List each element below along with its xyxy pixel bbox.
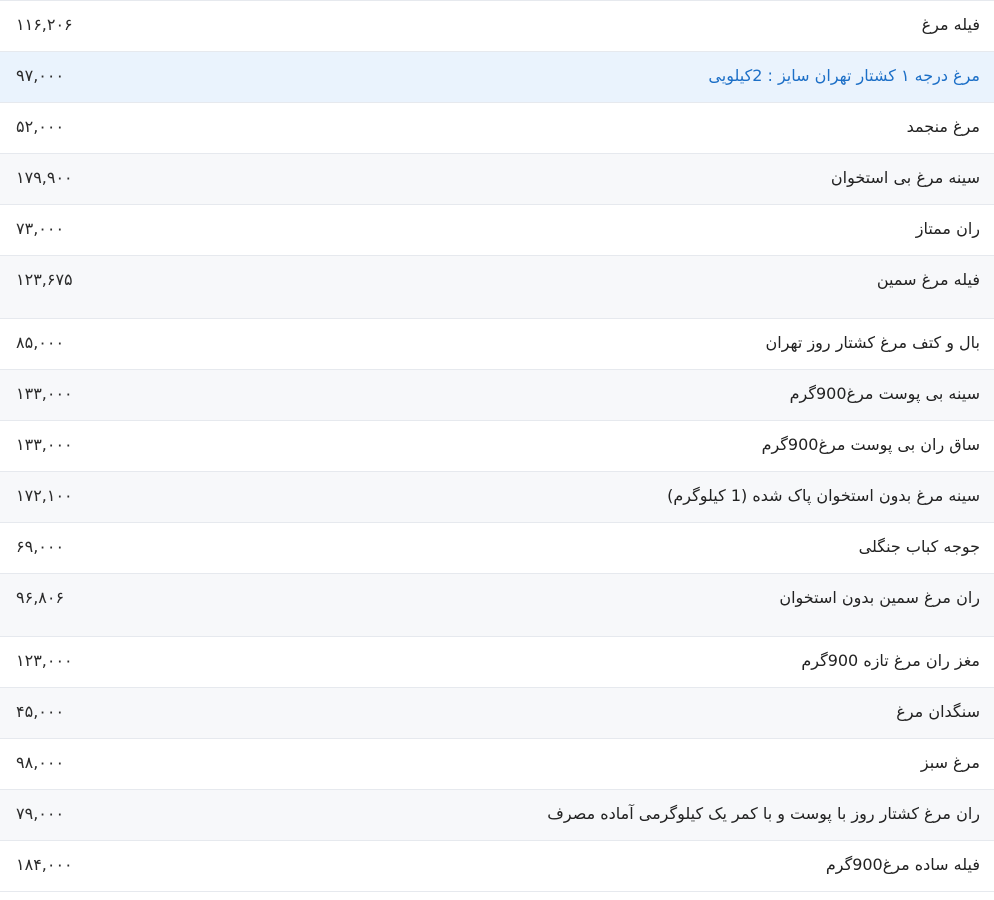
product-name: مرغ منجمد [906, 117, 980, 136]
product-name: ران مرغ سمین بدون استخوان [779, 588, 980, 607]
product-name: بال و کتف مرغ کشتار روز تهران [765, 333, 981, 352]
product-name: فیله مرغ سمین [876, 270, 980, 289]
price-cell: ۴۵,۰۰۰ [16, 702, 65, 721]
price-cell: ۱۳۳,۰۰۰ [16, 435, 73, 454]
product-name: ساق ران بی پوست مرغ900گرم [761, 435, 980, 454]
table-row: ۴۵,۰۰۰ سنگدان مرغ [0, 688, 994, 739]
price-cell: ۱۲۳,۰۰۰ [16, 651, 73, 670]
table-row: ۱۷۹,۹۰۰ سینه مرغ بی استخوان [0, 154, 994, 205]
table-row: ۵۲,۰۰۰ مرغ منجمد [0, 103, 994, 154]
price-cell: ۹۷,۰۰۰ [16, 66, 65, 85]
table-row: ۱۳۳,۰۰۰ سینه بی پوست مرغ900گرم [0, 370, 994, 421]
product-name: ران ممتاز [915, 219, 980, 238]
price-cell: ۶۹,۰۰۰ [16, 537, 65, 556]
table-row: ۱۲۳,۰۰۰ مغز ران مرغ تازه 900گرم [0, 637, 994, 688]
price-cell: ۵۲,۰۰۰ [16, 117, 65, 136]
price-cell: ۱۲۳,۶۷۵ [16, 270, 73, 289]
product-name: جوجه کباب جنگلی [858, 537, 980, 556]
product-name: سنگدان مرغ [896, 702, 980, 721]
price-table: ۱۱۶,۲۰۶ فیله مرغ ۹۷,۰۰۰ مرغ درجه ۱ کشتار… [0, 0, 994, 900]
price-cell: ۱۸۴,۰۰۰ [16, 855, 73, 874]
product-name: فیله ساده مرغ900گرم [825, 855, 980, 874]
table-row: ۱۲۳,۶۷۵ فیله مرغ سمین [0, 256, 994, 319]
product-name-link[interactable]: مرغ درجه ۱ کشتار تهران سایز : 2کیلویی [708, 65, 980, 87]
price-cell: ۷۳,۰۰۰ [16, 219, 65, 238]
table-row: ۱۷۲,۱۰۰ سینه مرغ بدون استخوان پاک شده (1… [0, 472, 994, 523]
table-row: ۹۶,۸۰۶ ران مرغ سمین بدون استخوان [0, 574, 994, 637]
table-row: ۷۹,۰۰۰ ران مرغ کشتار روز با پوست و با کم… [0, 790, 994, 841]
product-name: سینه مرغ بدون استخوان پاک شده (1 کیلوگرم… [667, 486, 980, 505]
table-row: ۱۸۴,۰۰۰ فیله ساده مرغ900گرم [0, 841, 994, 892]
product-name: سینه بی پوست مرغ900گرم [789, 384, 980, 403]
product-name: ران مرغ کشتار روز با پوست و با کمر یک کی… [547, 804, 980, 823]
price-cell: ۸۵,۰۰۰ [16, 333, 65, 352]
product-name: مرغ سبز [920, 753, 980, 772]
price-cell: ۱۷۹,۹۰۰ [16, 168, 73, 187]
price-cell: ۹۶,۸۰۶ [16, 588, 65, 607]
table-row: ۹۸,۰۰۰ مرغ سبز [0, 739, 994, 790]
table-row[interactable]: ۹۷,۰۰۰ مرغ درجه ۱ کشتار تهران سایز : 2کی… [0, 52, 994, 103]
table-row: ۱۳۳,۰۰۰ ساق ران بی پوست مرغ900گرم [0, 421, 994, 472]
table-row: ۸۵,۰۰۰ بال و کتف مرغ کشتار روز تهران [0, 319, 994, 370]
table-row: ۷۳,۰۰۰ ران ممتاز [0, 205, 994, 256]
product-name: فیله مرغ [921, 15, 980, 34]
price-cell: ۱۷۲,۱۰۰ [16, 486, 73, 505]
table-row: ۱۱۶,۲۰۶ فیله مرغ [0, 1, 994, 52]
product-name: مغز ران مرغ تازه 900گرم [801, 651, 980, 670]
price-cell: ۹۸,۰۰۰ [16, 753, 65, 772]
product-name: سینه مرغ بی استخوان [830, 168, 980, 187]
table-row: ۶۹,۰۰۰ جوجه کباب جنگلی [0, 523, 994, 574]
price-cell: ۷۹,۰۰۰ [16, 804, 65, 823]
price-cell: ۱۱۶,۲۰۶ [16, 15, 73, 34]
price-cell: ۱۳۳,۰۰۰ [16, 384, 73, 403]
